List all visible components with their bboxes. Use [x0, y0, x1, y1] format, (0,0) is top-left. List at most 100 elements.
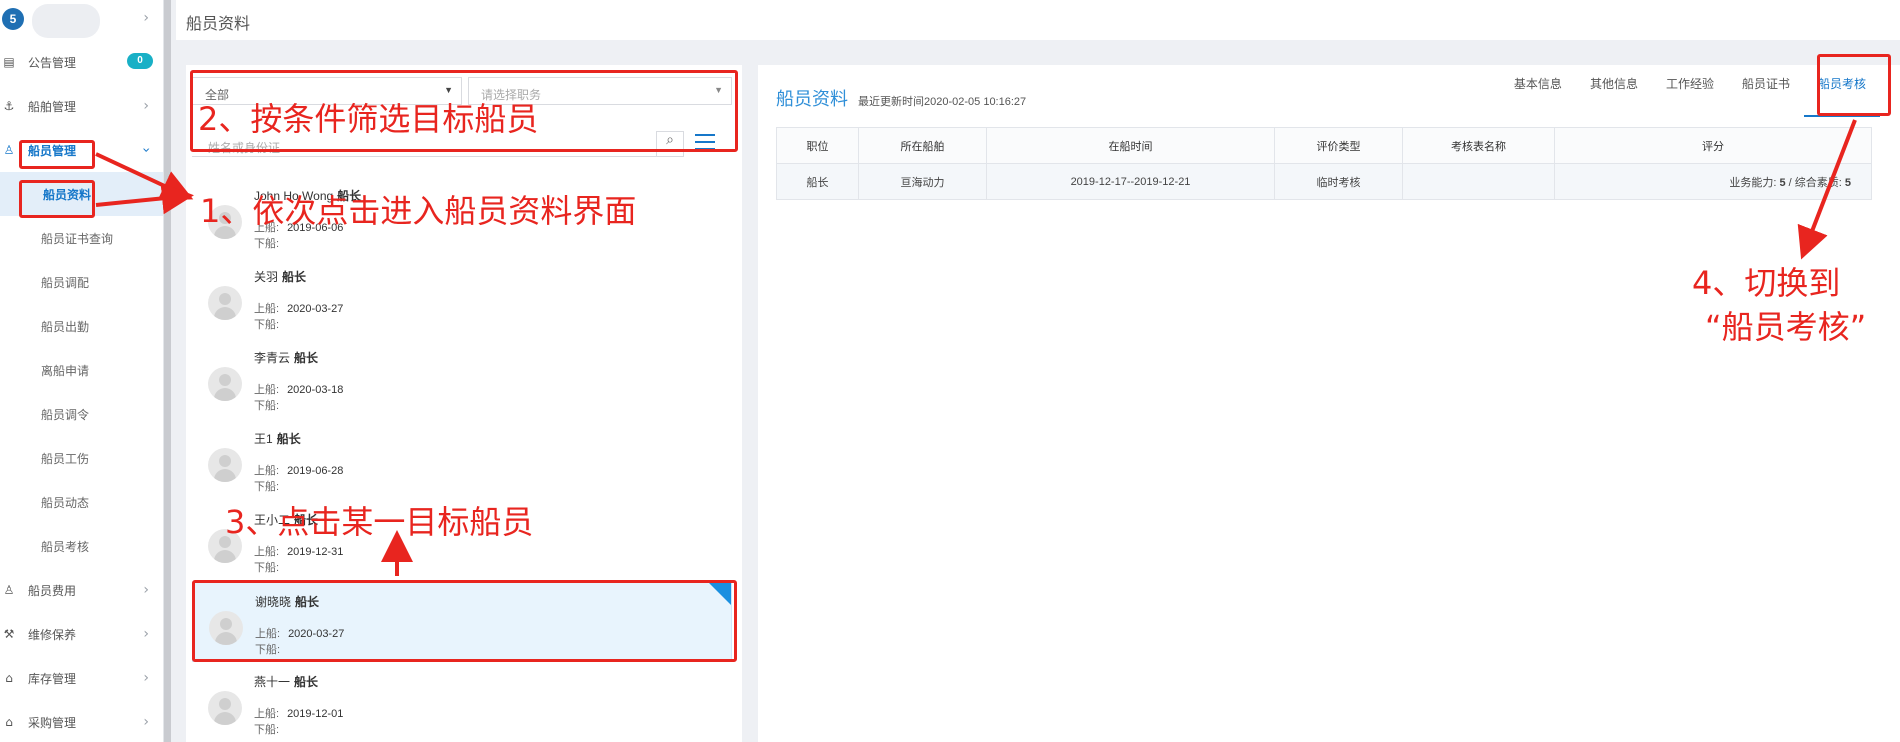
sidebar-item-inventory[interactable]: ⌂ 库存管理 › — [0, 656, 163, 700]
sidebar-item-notices[interactable]: ▤ 公告管理 0 — [0, 40, 163, 84]
sidebar-user-header[interactable]: 5 › — [0, 0, 163, 40]
bag-icon: ⌂ — [5, 715, 13, 729]
sidebar-sub-status[interactable]: 船员动态 — [0, 480, 163, 524]
column-header[interactable]: 所在船舶 — [858, 127, 987, 164]
disembark-label: 下船: — [254, 238, 280, 250]
chevron-right-icon: › — [143, 98, 149, 114]
sidebar-sub-attendance[interactable]: 船员出勤 — [0, 304, 163, 348]
board-date: 2020-03-18 — [287, 384, 344, 396]
crew-name: 李青云 — [254, 351, 291, 365]
crew-list-item[interactable]: 王1 船长 上船: 2019-06-28 下船: — [192, 420, 732, 500]
sidebar-item-label: 维修保养 — [28, 627, 77, 642]
table-row[interactable]: 船长 亘海动力 2019-12-17--2019-12-21 临时考核 业务能力… — [776, 163, 1872, 200]
user-icon: ♙ — [3, 143, 15, 157]
notice-count-badge: 0 — [127, 53, 153, 69]
crew-rank: 船长 — [282, 270, 307, 284]
highlight-box-selected-crew — [192, 580, 737, 662]
annotation-step4-line1: 4、切换到 — [1692, 264, 1841, 302]
crew-detail-panel: 船员资料 最近更新时间2020-02-05 10:16:27 基本信息 其他信息… — [758, 65, 1900, 742]
crew-list-item[interactable]: 燕十一 船长 上船: 2019-12-01 下船: — [192, 663, 732, 742]
board-label: 上船: — [254, 465, 280, 477]
disembark-label: 下船: — [254, 562, 280, 574]
cell-position: 船长 — [776, 163, 859, 200]
annotation-step4-line2: “船员考核” — [1705, 308, 1867, 346]
highlight-box-crew-management — [19, 140, 95, 169]
tab-work-experience[interactable]: 工作经验 — [1652, 65, 1728, 117]
sidebar-sub-leave-request[interactable]: 离船申请 — [0, 348, 163, 392]
chevron-down-icon: › — [138, 147, 155, 153]
sidebar-scrollbar[interactable] — [164, 0, 171, 742]
score-separator: / 综合素质: — [1788, 176, 1842, 189]
sidebar-item-label: 公告管理 — [28, 55, 77, 70]
crew-name: 关羽 — [254, 270, 279, 284]
avatar — [208, 691, 242, 725]
sidebar-item-label: 采购管理 — [28, 715, 77, 730]
avatar — [208, 286, 242, 320]
sidebar-item-label: 库存管理 — [28, 671, 77, 686]
user-name-blurred — [32, 4, 100, 38]
avatar — [208, 448, 242, 482]
chevron-right-icon: › — [143, 626, 149, 642]
sidebar-sub-injury[interactable]: 船员工伤 — [0, 436, 163, 480]
sidebar-sub-certificates[interactable]: 船员证书查询 — [0, 216, 163, 260]
cell-type: 临时考核 — [1274, 163, 1403, 200]
sidebar-sub-transfer-order[interactable]: 船员调令 — [0, 392, 163, 436]
column-header[interactable]: 评分 — [1554, 127, 1872, 164]
chevron-right-icon: › — [143, 10, 149, 26]
sidebar-item-label: 船员费用 — [28, 583, 77, 598]
cell-period: 2019-12-17--2019-12-21 — [986, 163, 1275, 200]
column-header[interactable]: 评价类型 — [1274, 127, 1403, 164]
annotation-step1: 1、依次点击进入船员资料界面 — [200, 192, 637, 230]
sidebar-sub-assessment[interactable]: 船员考核 — [0, 524, 163, 568]
bag-icon: ⌂ — [5, 671, 13, 685]
chevron-right-icon: › — [143, 714, 149, 730]
highlight-box-crew-profile — [19, 180, 95, 218]
sidebar-item-purchasing[interactable]: ⌂ 采购管理 › — [0, 700, 163, 742]
disembark-label: 下船: — [254, 481, 280, 493]
last-updated-text: 最近更新时间2020-02-05 10:16:27 — [858, 96, 1027, 108]
crew-name: 燕十一 — [254, 675, 291, 689]
score-b-value: 5 — [1844, 176, 1851, 189]
user-icon: ♙ — [3, 583, 15, 597]
board-date: 2019-12-01 — [287, 708, 344, 720]
sidebar-item-label: 船舶管理 — [28, 99, 77, 114]
book-icon: ▤ — [3, 55, 15, 69]
sidebar-sub-allocation[interactable]: 船员调配 — [0, 260, 163, 304]
board-date: 2019-12-31 — [287, 546, 344, 558]
column-header[interactable]: 职位 — [776, 127, 859, 164]
table-header-row: 职位 所在船舶 在船时间 评价类型 考核表名称 评分 — [776, 127, 1872, 164]
wrench-icon: ⚒ — [3, 627, 15, 641]
disembark-label: 下船: — [254, 400, 280, 412]
disembark-label: 下船: — [254, 319, 280, 331]
avatar — [208, 367, 242, 401]
board-label: 上船: — [254, 303, 280, 315]
board-label: 上船: — [254, 708, 280, 720]
anchor-icon: ⚓ — [3, 99, 15, 113]
annotation-step2: 2、按条件筛选目标船员 — [198, 100, 539, 138]
chevron-right-icon: › — [143, 670, 149, 686]
assessment-table: 职位 所在船舶 在船时间 评价类型 考核表名称 评分 船长 亘海动力 2019-… — [776, 127, 1872, 200]
board-date: 2020-03-27 — [287, 303, 344, 315]
detail-title: 船员资料 — [776, 89, 848, 109]
tab-basic-info[interactable]: 基本信息 — [1500, 65, 1576, 117]
crew-list-item[interactable]: 关羽 船长 上船: 2020-03-27 下船: — [192, 258, 732, 338]
sidebar-item-ships[interactable]: ⚓ 船舶管理 › — [0, 84, 163, 128]
column-header[interactable]: 在船时间 — [986, 127, 1275, 164]
tab-certificates[interactable]: 船员证书 — [1728, 65, 1804, 117]
score-a-label: 业务能力: — [1729, 176, 1777, 189]
highlight-box-assessment-tab — [1817, 54, 1891, 116]
board-label: 上船: — [254, 384, 280, 396]
sidebar-item-maintenance[interactable]: ⚒ 维修保养 › — [0, 612, 163, 656]
score-a-value: 5 — [1779, 176, 1786, 189]
board-label: 上船: — [254, 546, 280, 558]
sidebar-item-crew-expenses[interactable]: ♙ 船员费用 › — [0, 568, 163, 612]
tab-other-info[interactable]: 其他信息 — [1576, 65, 1652, 117]
crew-name: 王1 — [254, 432, 273, 446]
crew-rank: 船长 — [294, 675, 319, 689]
column-header[interactable]: 考核表名称 — [1402, 127, 1555, 164]
crew-list-item[interactable]: 李青云 船长 上船: 2020-03-18 下船: — [192, 339, 732, 419]
disembark-label: 下船: — [254, 724, 280, 736]
page-header: 船员资料 — [176, 0, 1900, 40]
chevron-right-icon: › — [143, 582, 149, 598]
crew-rank: 船长 — [294, 351, 319, 365]
